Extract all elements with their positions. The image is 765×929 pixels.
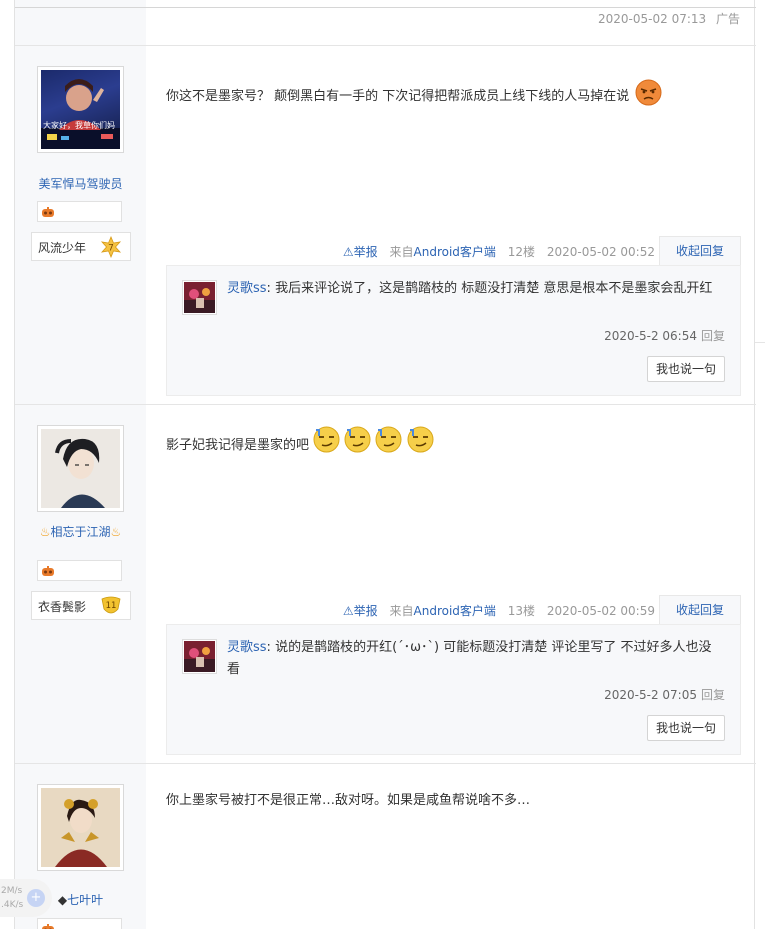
post-floor-14: ◆七叶叶 你上墨家号被打不是很正常…敌对呀。如果是咸鱼帮说啥不多… bbox=[15, 763, 756, 929]
post-floor-13: ♨相忘于江湖♨ 衣香鬓影 11 影子妃我记得是墨家的吧 ⚠举报 来自Androi… bbox=[15, 404, 756, 763]
post-meta: ⚠举报 来自Android客户端 13楼 2020-05-02 00:59 bbox=[343, 602, 655, 619]
emoji-angry-icon bbox=[635, 79, 662, 106]
level-badge-icon: 7 bbox=[100, 236, 122, 258]
reply-panel: 灵歌ss: 我后来评论说了，这是鹊踏枝的 标题没打清楚 意思是根本不是墨家会乱开… bbox=[166, 265, 741, 396]
post-time: 2020-05-02 00:52 bbox=[546, 245, 655, 259]
divider bbox=[755, 342, 765, 343]
reply-avatar[interactable] bbox=[182, 639, 217, 674]
reply-avatar-image bbox=[184, 282, 215, 313]
reply-panel: 灵歌ss: 说的是鹊踏枝的开红(´･ω･`) 可能标题没打清楚 评论里写了 不过… bbox=[166, 624, 741, 755]
avatar-image bbox=[41, 429, 120, 508]
game-icon bbox=[42, 924, 54, 929]
post-time: 2020-05-02 00:59 bbox=[546, 604, 655, 618]
user-icon-box bbox=[37, 201, 122, 222]
previous-post-timestamp: 2020-05-02 07:13 bbox=[598, 12, 707, 26]
download-speed: .4K/s bbox=[1, 900, 24, 910]
emoji-smirk-icon bbox=[344, 426, 371, 453]
ad-label: 广告 bbox=[715, 12, 740, 26]
post-content: 你这不是墨家号？ 颠倒黑白有一手的 下次记得把帮派成员上线下线的人马掉在说 bbox=[166, 79, 662, 106]
post-text: 你这不是墨家号？ 颠倒黑白有一手的 下次记得把帮派成员上线下线的人马掉在说 bbox=[166, 89, 630, 104]
user-icon-box bbox=[37, 918, 122, 929]
post-floor-12: 大家好，我草你们妈 美军悍马驾驶员 风流少年 7 你这不是墨家号？ 颠倒黑白有一… bbox=[15, 45, 756, 404]
floor-number: 12楼 bbox=[507, 245, 536, 259]
previous-post-meta: 2020-05-02 07:13 广告 bbox=[592, 10, 740, 27]
username[interactable]: 美军悍马驾驶员 bbox=[15, 175, 146, 192]
add-comment-button[interactable]: 我也说一句 bbox=[647, 356, 725, 382]
collapse-replies-button[interactable]: 收起回复 bbox=[659, 595, 741, 625]
upload-speed: 2M/s bbox=[1, 886, 23, 896]
floor-number: 13楼 bbox=[507, 604, 536, 618]
level-name: 风流少年 bbox=[38, 241, 87, 255]
add-comment-button[interactable]: 我也说一句 bbox=[647, 715, 725, 741]
user-level-box[interactable]: 风流少年 7 bbox=[31, 232, 131, 261]
reply-avatar[interactable] bbox=[182, 280, 217, 315]
report-link[interactable]: ⚠举报 bbox=[343, 245, 378, 259]
avatar-caption: 大家好，我草你们妈 bbox=[43, 121, 115, 130]
thread-container: 2020-05-02 07:13 广告 大家好，我草你们妈 美军悍马驾驶员 风流… bbox=[14, 0, 756, 929]
network-speeds: 2M/s .4K/s bbox=[1, 884, 23, 912]
level-badge-icon: 11 bbox=[101, 596, 121, 614]
level-name: 衣香鬓影 bbox=[38, 600, 87, 614]
client-link[interactable]: Android客户端 bbox=[414, 604, 496, 618]
report-link[interactable]: ⚠举报 bbox=[343, 604, 378, 618]
avatar[interactable] bbox=[37, 425, 124, 512]
collapse-replies-button[interactable]: 收起回复 bbox=[659, 236, 741, 266]
avatar[interactable]: 大家好，我草你们妈 bbox=[37, 66, 124, 153]
network-speed-widget[interactable]: 2M/s .4K/s + bbox=[0, 879, 52, 917]
plus-icon[interactable]: + bbox=[27, 889, 45, 907]
divider bbox=[15, 7, 756, 8]
client-source: 来自Android客户端 bbox=[389, 245, 496, 259]
diamond-icon: ◆ bbox=[57, 893, 68, 907]
user-level-box[interactable]: 衣香鬓影 11 bbox=[31, 591, 131, 620]
reply-link[interactable]: 回复 bbox=[701, 688, 725, 702]
game-icon bbox=[42, 207, 54, 217]
post-meta: ⚠举报 来自Android客户端 12楼 2020-05-02 00:52 bbox=[343, 243, 655, 260]
reply-time: 2020-5-2 06:54 bbox=[604, 329, 697, 343]
reply-content: 我后来评论说了，这是鹊踏枝的 标题没打清楚 意思是根本不是墨家会乱开红 bbox=[275, 281, 713, 296]
emoji-smirk-icon bbox=[375, 426, 402, 453]
emoji-smirk-icon bbox=[407, 426, 434, 453]
reply-text: 灵歌ss: 说的是鹊踏枝的开红(´･ω･`) 可能标题没打清楚 评论里写了 不过… bbox=[227, 640, 712, 677]
user-icon-box bbox=[37, 560, 122, 581]
post-content: 你上墨家号被打不是很正常…敌对呀。如果是咸鱼帮说啥不多… bbox=[166, 793, 531, 808]
reply-link[interactable]: 回复 bbox=[701, 329, 725, 343]
post-text: 影子妃我记得是墨家的吧 bbox=[166, 438, 310, 453]
flame-icon: ♨ bbox=[110, 525, 122, 539]
reply-meta: 2020-5-2 06:54 回复 bbox=[604, 327, 725, 344]
username[interactable]: ♨相忘于江湖♨ bbox=[15, 523, 146, 540]
level-number: 7 bbox=[108, 244, 114, 254]
avatar[interactable] bbox=[37, 784, 124, 871]
reply-username[interactable]: 灵歌ss bbox=[227, 640, 267, 655]
client-link[interactable]: Android客户端 bbox=[414, 245, 496, 259]
reply-time: 2020-5-2 07:05 bbox=[604, 688, 697, 702]
reply-username[interactable]: 灵歌ss bbox=[227, 281, 267, 296]
reply-meta: 2020-5-2 07:05 回复 bbox=[604, 686, 725, 703]
reply-text: 灵歌ss: 我后来评论说了，这是鹊踏枝的 标题没打清楚 意思是根本不是墨家会乱开… bbox=[227, 281, 713, 296]
flame-icon: ♨ bbox=[39, 525, 51, 539]
client-source: 来自Android客户端 bbox=[389, 604, 496, 618]
game-icon bbox=[42, 566, 54, 576]
level-number: 11 bbox=[106, 601, 117, 611]
reply-content: 说的是鹊踏枝的开红(´･ω･`) 可能标题没打清楚 评论里写了 不过好多人也没看 bbox=[227, 640, 712, 677]
avatar-image bbox=[41, 79, 120, 149]
post-content: 影子妃我记得是墨家的吧 bbox=[166, 426, 434, 453]
avatar-image bbox=[41, 788, 120, 867]
emoji-smirk-icon bbox=[313, 426, 340, 453]
reply-avatar-image bbox=[184, 641, 215, 672]
